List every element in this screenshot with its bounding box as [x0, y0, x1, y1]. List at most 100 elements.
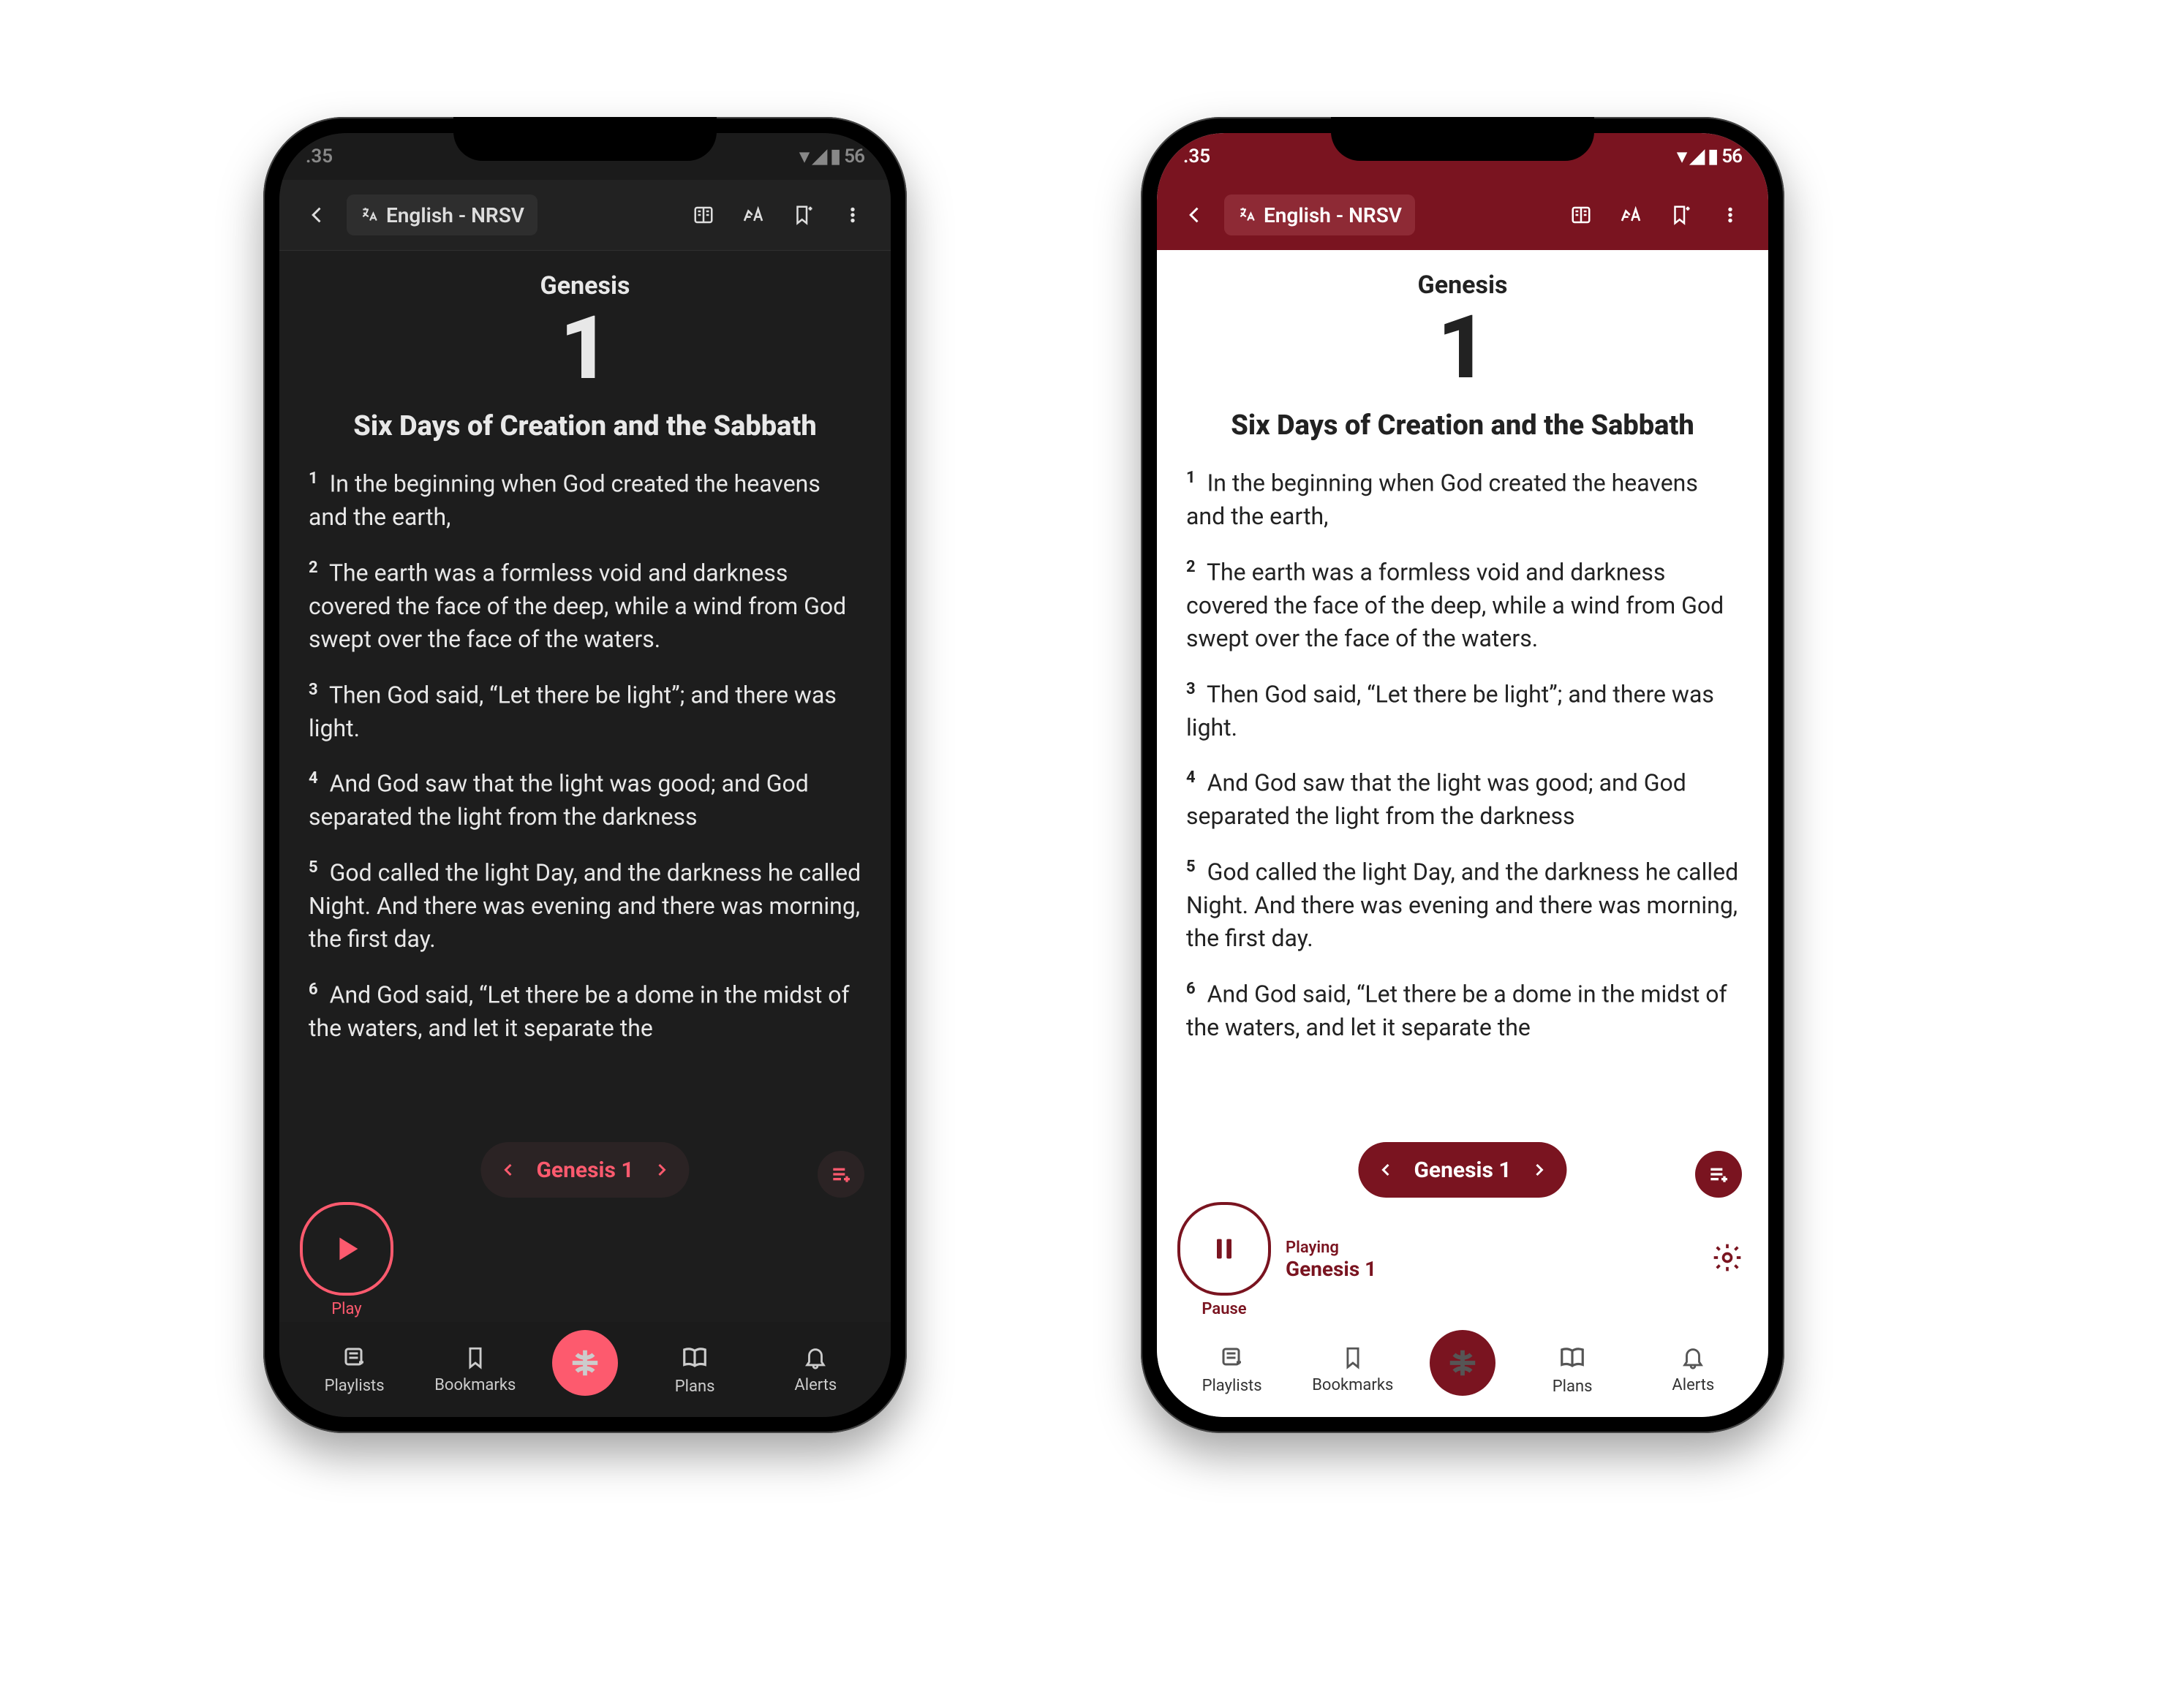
top-bar: English - NRSV — [279, 180, 891, 251]
tab-playlists[interactable]: Playlists — [311, 1345, 399, 1395]
verse-number: 6 — [1186, 980, 1196, 998]
verse-number: 1 — [1186, 469, 1196, 487]
verse[interactable]: 3 Then God said, “Let there be light”; a… — [309, 679, 861, 746]
chapter-pill-label: Genesis 1 — [1414, 1157, 1511, 1183]
chapter-number: 1 — [309, 301, 861, 397]
parallel-view-button[interactable] — [683, 194, 724, 235]
audio-player: Play — [279, 1205, 891, 1315]
verse[interactable]: 6 And God said, “Let there be a dome in … — [309, 978, 861, 1046]
columns-icon — [1570, 204, 1592, 226]
tab-alerts[interactable]: Alerts — [1649, 1345, 1737, 1394]
section-title: Six Days of Creation and the Sabbath — [1186, 409, 1739, 442]
tab-home[interactable] — [1430, 1330, 1495, 1396]
status-time: .35 — [306, 146, 333, 167]
pause-label: Pause — [1202, 1300, 1246, 1318]
translation-selector[interactable]: English - NRSV — [1224, 194, 1415, 235]
verse[interactable]: 3 Then God said, “Let there be light”; a… — [1186, 678, 1739, 745]
tab-bookmarks[interactable]: Bookmarks — [1309, 1345, 1397, 1394]
pause-button[interactable] — [1177, 1202, 1271, 1296]
translate-icon — [360, 205, 379, 224]
book-open-icon — [681, 1344, 709, 1372]
book-title: Genesis — [309, 271, 861, 301]
verse-number: 2 — [1186, 558, 1196, 576]
bookmark-add-button[interactable] — [1660, 194, 1701, 235]
verse[interactable]: 4 And God saw that the light was good; a… — [309, 767, 861, 834]
playlist-icon — [1219, 1345, 1245, 1371]
more-vertical-icon — [1721, 205, 1740, 224]
playlist-icon — [342, 1345, 368, 1371]
book-title: Genesis — [1186, 271, 1739, 300]
verse-number: 3 — [309, 681, 318, 699]
verse[interactable]: 2 The earth was a formless void and dark… — [309, 556, 861, 657]
play-icon — [330, 1232, 363, 1266]
back-button[interactable] — [297, 194, 338, 235]
top-bar: English - NRSV — [1157, 180, 1768, 250]
chapter-navigator[interactable]: Genesis 1 — [480, 1142, 689, 1198]
player-settings-button[interactable] — [1711, 1242, 1748, 1278]
more-vertical-icon — [843, 205, 862, 224]
status-time: .35 — [1183, 146, 1210, 167]
tab-home[interactable] — [552, 1330, 618, 1396]
verse[interactable]: 1 In the beginning when God created the … — [1186, 466, 1739, 534]
font-size-button[interactable] — [1610, 194, 1651, 235]
verse[interactable]: 4 And God saw that the light was good; a… — [1186, 766, 1739, 834]
notch — [453, 117, 717, 161]
verse-number: 6 — [309, 980, 318, 999]
tab-bar: Playlists Bookmarks Plans Alerts — [279, 1322, 891, 1417]
play-button[interactable] — [300, 1202, 393, 1296]
verse-number: 2 — [309, 559, 318, 577]
bookmark-plus-icon — [792, 204, 814, 226]
parallel-view-button[interactable] — [1561, 194, 1602, 235]
tab-label: Alerts — [794, 1376, 837, 1394]
bookmark-icon — [1340, 1345, 1365, 1370]
chapter-navigator[interactable]: Genesis 1 — [1358, 1142, 1566, 1198]
chevron-left-icon[interactable] — [499, 1161, 517, 1179]
list-plus-icon — [829, 1163, 853, 1186]
chevron-left-icon[interactable] — [1377, 1161, 1395, 1179]
bookmark-plus-icon — [1670, 204, 1691, 226]
verse-number: 3 — [1186, 680, 1196, 698]
tab-label: Alerts — [1672, 1376, 1714, 1394]
verse[interactable]: 1 In the beginning when God created the … — [309, 467, 861, 534]
verse-number: 5 — [1186, 858, 1196, 876]
font-icon — [1619, 203, 1642, 227]
add-to-list-button[interactable] — [818, 1151, 864, 1198]
status-indicators: ▾ ◢ ▮ 56 — [800, 146, 864, 167]
verse[interactable]: 5 God called the light Day, and the dark… — [309, 856, 861, 956]
verse[interactable]: 5 God called the light Day, and the dark… — [1186, 855, 1739, 956]
verse-number: 5 — [309, 858, 318, 877]
tab-bar: Playlists Bookmarks Plans Alerts — [1157, 1322, 1768, 1417]
more-button[interactable] — [832, 194, 873, 235]
verse-number: 4 — [309, 769, 318, 787]
add-to-list-button[interactable] — [1695, 1151, 1742, 1198]
notch — [1331, 117, 1594, 161]
verse-list: 1 In the beginning when God created the … — [1186, 466, 1739, 1044]
verse[interactable]: 2 The earth was a formless void and dark… — [1186, 556, 1739, 656]
tab-playlists[interactable]: Playlists — [1188, 1345, 1276, 1395]
translation-label: English - NRSV — [1264, 203, 1402, 227]
phone-dark: .35 ▾ ◢ ▮ 56 English - NRSV — [263, 117, 907, 1433]
chevron-right-icon[interactable] — [1531, 1161, 1548, 1179]
more-button[interactable] — [1710, 194, 1751, 235]
tab-label: Playlists — [325, 1377, 385, 1395]
player-track: Genesis 1 — [1286, 1257, 1376, 1281]
tab-label: Bookmarks — [434, 1376, 516, 1394]
font-size-button[interactable] — [733, 194, 774, 235]
back-button[interactable] — [1174, 194, 1215, 235]
tab-plans[interactable]: Plans — [651, 1344, 739, 1396]
tab-alerts[interactable]: Alerts — [772, 1345, 859, 1394]
phone-light: .35 ▾ ◢ ▮ 56 English - NRSV — [1141, 117, 1784, 1433]
columns-icon — [693, 204, 714, 226]
tab-plans[interactable]: Plans — [1528, 1344, 1616, 1396]
tab-bookmarks[interactable]: Bookmarks — [431, 1345, 519, 1394]
verse[interactable]: 6 And God said, “Let there be a dome in … — [1186, 978, 1739, 1045]
chevron-right-icon[interactable] — [653, 1161, 671, 1179]
tab-label: Plans — [675, 1378, 715, 1396]
star-icon — [568, 1346, 602, 1380]
translation-selector[interactable]: English - NRSV — [347, 194, 537, 235]
bell-icon — [803, 1345, 828, 1370]
chapter-number: 1 — [1186, 300, 1739, 396]
bookmark-add-button[interactable] — [782, 194, 823, 235]
verse-number: 1 — [309, 469, 318, 488]
book-open-icon — [1558, 1344, 1586, 1372]
